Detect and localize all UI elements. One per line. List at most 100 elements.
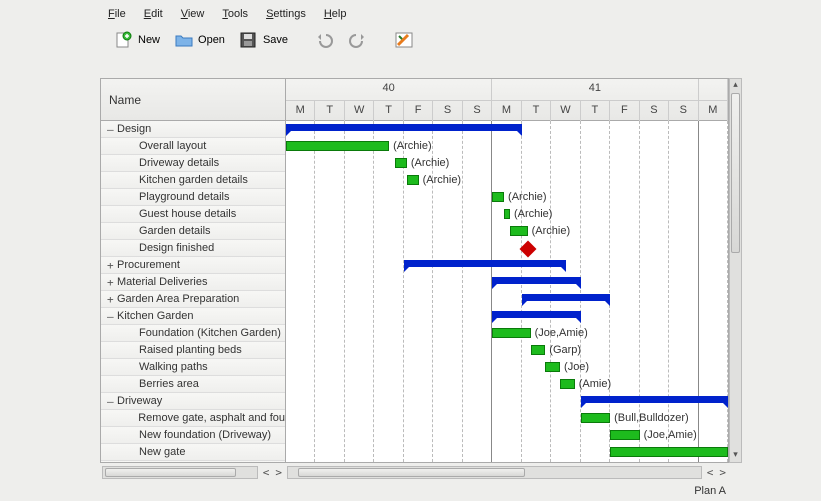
scroll-thumb[interactable]: [731, 93, 740, 253]
save-label: Save: [263, 34, 288, 46]
tree-toggle-icon[interactable]: –: [107, 123, 117, 136]
horizontal-scrollbars: < > < >: [100, 464, 729, 481]
tree-row[interactable]: –Design: [101, 121, 285, 138]
tree-label: Kitchen Garden: [117, 310, 193, 322]
tree-row[interactable]: Driveway details: [101, 155, 285, 172]
undo-icon: [314, 31, 334, 49]
day-cell: S: [433, 100, 462, 121]
redo-button[interactable]: [342, 28, 374, 52]
open-button[interactable]: Open: [168, 28, 231, 52]
tree-toggle-icon[interactable]: –: [107, 395, 117, 408]
menu-help[interactable]: Help: [324, 8, 347, 20]
scroll-up-icon[interactable]: ▴: [730, 79, 741, 92]
tree-row[interactable]: +Procurement: [101, 257, 285, 274]
tree-row[interactable]: +Material Deliveries: [101, 274, 285, 291]
task-bar[interactable]: [510, 226, 528, 236]
tree-toggle-icon[interactable]: –: [107, 310, 117, 323]
summary-bar[interactable]: [492, 277, 580, 284]
tree-label: Garden Area Preparation: [117, 293, 239, 305]
timeline-header[interactable]: 4041 MTWTFSSMTWTFSSM: [286, 79, 728, 121]
day-cell: M: [699, 100, 728, 121]
task-bar[interactable]: [407, 175, 419, 185]
day-cell: T: [522, 100, 551, 121]
tree-row[interactable]: +Garden Area Preparation: [101, 291, 285, 308]
tree-row[interactable]: New foundation (Driveway): [101, 427, 285, 444]
summary-bar[interactable]: [492, 311, 580, 318]
gantt-scroll-left-icon[interactable]: <: [704, 466, 717, 479]
save-button[interactable]: Save: [233, 28, 294, 52]
tree-header-name[interactable]: Name: [101, 79, 285, 121]
tree-scroll-left-icon[interactable]: <: [260, 466, 273, 479]
task-bar[interactable]: [531, 345, 546, 355]
task-bar[interactable]: [610, 430, 639, 440]
tree-label: Garden details: [139, 225, 211, 237]
tree-hscrollbar[interactable]: [102, 466, 258, 479]
scroll-down-icon[interactable]: ▾: [730, 449, 741, 462]
gantt-row: (J: [286, 461, 728, 462]
tree-row[interactable]: Guest house details: [101, 206, 285, 223]
summary-bar[interactable]: [404, 260, 566, 267]
day-cell: F: [610, 100, 639, 121]
task-bar[interactable]: [286, 141, 389, 151]
task-bar[interactable]: [504, 209, 510, 219]
gantt-row: (Amie): [286, 376, 728, 393]
tree-row[interactable]: Foundation (Kitchen Garden): [101, 325, 285, 342]
task-bar[interactable]: [610, 447, 728, 457]
save-floppy-icon: [239, 31, 259, 49]
task-bar[interactable]: [545, 362, 560, 372]
task-bar[interactable]: [581, 413, 610, 423]
new-button[interactable]: New: [108, 28, 166, 52]
vertical-scrollbar[interactable]: ▴ ▾: [729, 78, 742, 463]
day-cell: T: [315, 100, 344, 121]
tree-label: Overall layout: [139, 140, 206, 152]
menu-tools[interactable]: Tools: [222, 8, 248, 20]
tree-row[interactable]: Overall layout: [101, 138, 285, 155]
menu-edit[interactable]: Edit: [144, 8, 163, 20]
resource-label: (Archie): [423, 174, 462, 186]
tree-scroll-right-icon[interactable]: >: [272, 466, 285, 479]
tree-row[interactable]: Garden details: [101, 223, 285, 240]
tree-label: Raised planting beds: [139, 344, 242, 356]
summary-bar[interactable]: [522, 294, 610, 301]
gantt-row: (Archie): [286, 223, 728, 240]
tree-row[interactable]: Playground details: [101, 189, 285, 206]
menu-view[interactable]: View: [181, 8, 205, 20]
tree-row[interactable]: Raised planting beds: [101, 342, 285, 359]
tree-row[interactable]: New bricks: [101, 461, 285, 462]
summary-bar[interactable]: [581, 396, 728, 403]
gantt-hscrollbar[interactable]: [287, 466, 702, 479]
task-bar[interactable]: [492, 192, 504, 202]
day-cell: T: [581, 100, 610, 121]
edit-tool-button[interactable]: [388, 28, 420, 52]
open-label: Open: [198, 34, 225, 46]
tree-row[interactable]: Remove gate, asphalt and fou: [101, 410, 285, 427]
task-tree[interactable]: –Design Overall layout Driveway details Kit…: [101, 121, 285, 462]
gantt-row: [286, 274, 728, 291]
task-bar[interactable]: [492, 328, 530, 338]
resource-label: (Amie): [579, 378, 611, 390]
gantt-chart[interactable]: (Archie)(Archie)(Archie)(Archie)(Archie)…: [286, 121, 728, 462]
gantt-scroll-right-icon[interactable]: >: [716, 466, 729, 479]
tree-row[interactable]: Kitchen garden details: [101, 172, 285, 189]
tree-row[interactable]: New gate: [101, 444, 285, 461]
menu-file[interactable]: File: [108, 8, 126, 20]
task-bar[interactable]: [395, 158, 407, 168]
milestone-diamond[interactable]: [519, 241, 536, 258]
tree-label: Kitchen garden details: [139, 174, 248, 186]
summary-bar[interactable]: [286, 124, 522, 131]
week-cell: 41: [492, 79, 698, 100]
menubar: File Edit View Tools Settings Help: [0, 0, 821, 26]
undo-button[interactable]: [308, 28, 340, 52]
day-cell: S: [669, 100, 698, 121]
task-bar[interactable]: [560, 379, 575, 389]
gantt-row: (Archie): [286, 206, 728, 223]
tree-row[interactable]: –Driveway: [101, 393, 285, 410]
tree-row[interactable]: –Kitchen Garden: [101, 308, 285, 325]
tree-row[interactable]: Berries area: [101, 376, 285, 393]
tree-toggle-icon[interactable]: +: [107, 276, 117, 289]
tree-row[interactable]: Walking paths: [101, 359, 285, 376]
tree-toggle-icon[interactable]: +: [107, 293, 117, 306]
menu-settings[interactable]: Settings: [266, 8, 306, 20]
tree-toggle-icon[interactable]: +: [107, 259, 117, 272]
tree-row[interactable]: Design finished: [101, 240, 285, 257]
